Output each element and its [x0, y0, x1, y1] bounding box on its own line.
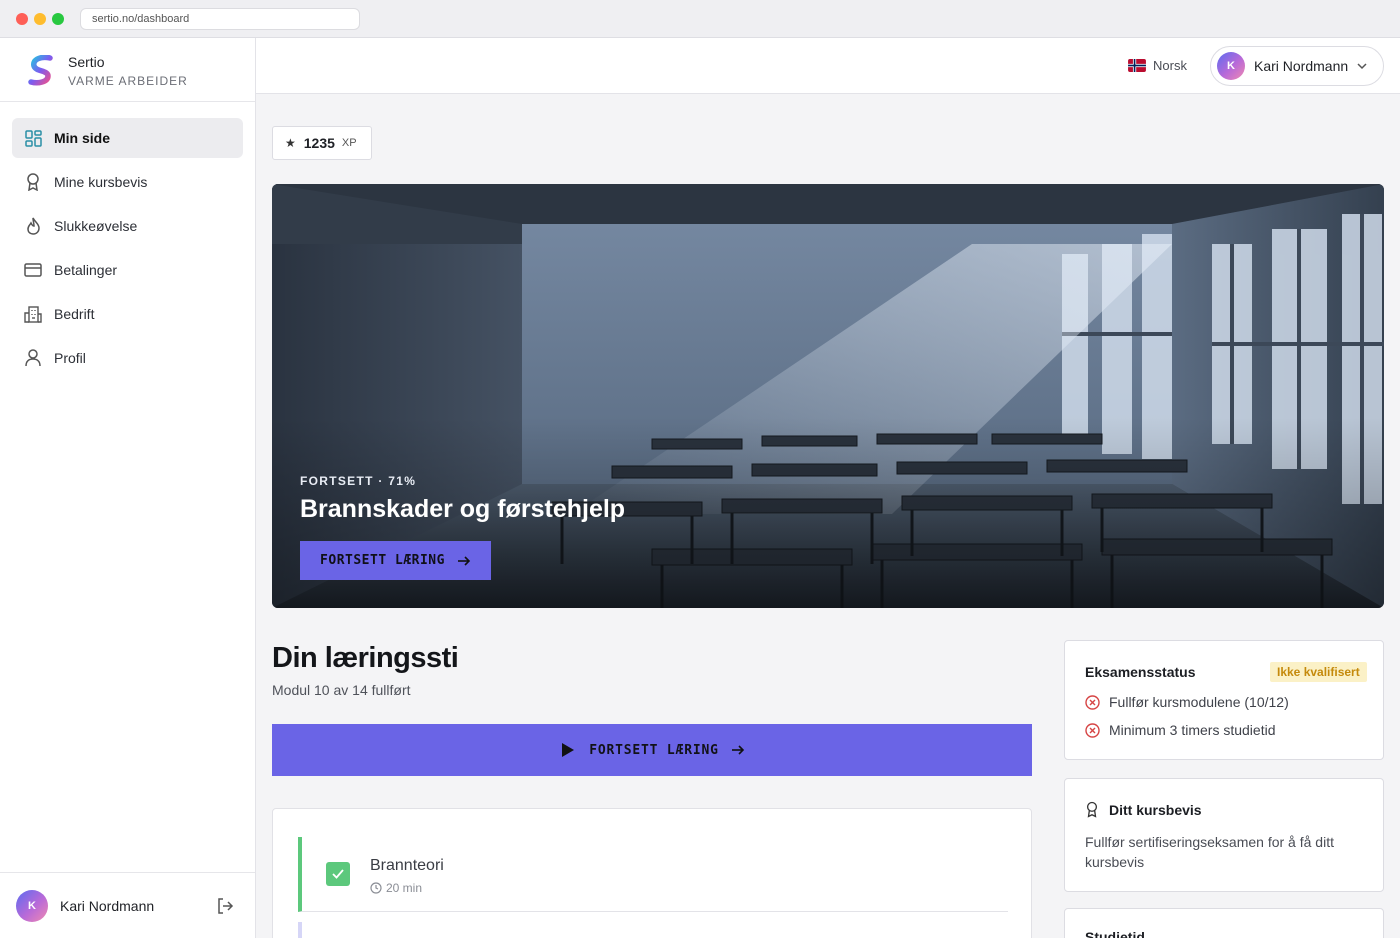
hero-progress-kicker: FORTSETT · 71%: [300, 474, 417, 488]
building-icon: [24, 305, 42, 323]
xp-value: 1235: [303, 135, 335, 151]
browser-chrome: sertio.no/dashboard: [0, 0, 1400, 38]
sidebar-item-label: Betalinger: [54, 262, 118, 278]
sidebar-item-slukkeovelse[interactable]: Slukkeøvelse: [12, 206, 243, 246]
certificate-card: Ditt kursbevis Fullfør sertifiseringseks…: [1064, 778, 1384, 892]
sidebar-item-bedrift[interactable]: Bedrift: [12, 294, 243, 334]
hero-continue-label: FORTSETT LÆRING: [320, 553, 445, 568]
credit-card-icon: [24, 261, 42, 279]
sidebar-item-profil[interactable]: Profil: [12, 338, 243, 378]
sidebar: Sertio VARME ARBEIDER Min side Mine kurs…: [0, 38, 256, 938]
brand-name: Sertio: [68, 54, 105, 70]
avatar[interactable]: K: [16, 890, 48, 922]
exam-requirement-text: Minimum 3 timers studietid: [1109, 722, 1276, 738]
user-menu-button[interactable]: K Kari Nordmann: [1210, 46, 1384, 86]
arrow-right-icon: [731, 745, 744, 755]
xp-unit: XP: [341, 137, 357, 149]
continue-learning-label: FORTSETT LÆRING: [589, 742, 719, 758]
address-bar[interactable]: sertio.no/dashboard: [80, 8, 360, 30]
brand: Sertio VARME ARBEIDER: [0, 38, 255, 102]
dashboard-grid-icon: [24, 129, 42, 147]
minimize-window-button[interactable]: [34, 13, 46, 25]
sidebar-item-min-side[interactable]: Min side: [12, 118, 243, 158]
certificate-description: Fullfør sertifiseringseksamen for å få d…: [1085, 834, 1334, 870]
brand-subtitle: VARME ARBEIDER: [68, 74, 188, 88]
sertio-logo-icon[interactable]: [28, 55, 54, 87]
sidebar-user: K Kari Nordmann: [0, 872, 255, 938]
hero-continue-button[interactable]: FORTSETT LÆRING: [300, 541, 491, 580]
language-selector[interactable]: Norsk: [1128, 58, 1187, 73]
sidebar-item-label: Profil: [54, 350, 86, 366]
exam-requirement: Minimum 3 timers studietid: [1085, 722, 1276, 738]
exam-status-card: Eksamensstatus Ikke kvalifisert Fullfør …: [1064, 640, 1384, 760]
learning-path-title: Din læringssti: [272, 642, 459, 674]
top-bar: Norsk K Kari Nordmann: [256, 38, 1400, 94]
study-time-card: Studietid: [1064, 908, 1384, 938]
next-module-indicator: [298, 922, 302, 938]
x-circle-icon: [1085, 694, 1100, 710]
certificate-header: Ditt kursbevis: [1085, 801, 1202, 818]
sidebar-item-label: Mine kursbevis: [54, 174, 148, 190]
exam-status-title: Eksamensstatus: [1085, 664, 1196, 680]
sidebar-item-label: Min side: [54, 130, 111, 146]
award-ribbon-icon: [1086, 801, 1098, 818]
learning-path-progress: Modul 10 av 14 fullført: [272, 682, 411, 698]
completed-check-icon: [326, 862, 350, 886]
arrow-right-icon: [457, 555, 471, 566]
maximize-window-button[interactable]: [52, 13, 64, 25]
xp-badge: ★ 1235 XP: [272, 126, 372, 160]
sidebar-item-label: Bedrift: [54, 306, 95, 322]
sidebar-nav: Min side Mine kursbevis Slukkeøvelse Bet…: [12, 118, 243, 382]
language-label: Norsk: [1153, 58, 1187, 73]
clock-icon: [370, 882, 382, 894]
play-icon: [562, 743, 575, 757]
exam-requirement-text: Fullfør kursmodulene (10/12): [1109, 694, 1289, 710]
sidebar-item-betalinger[interactable]: Betalinger: [12, 250, 243, 290]
module-title: Brannteori: [370, 857, 444, 874]
star-icon: ★: [285, 136, 296, 150]
exam-requirement: Fullfør kursmodulene (10/12): [1085, 694, 1289, 710]
chevron-down-icon: [1357, 63, 1367, 70]
award-ribbon-icon: [24, 173, 42, 191]
sidebar-item-mine-kursbevis[interactable]: Mine kursbevis: [12, 162, 243, 202]
module-duration: 20 min: [370, 881, 422, 895]
hero-course-title: Brannskader og førstehjelp: [300, 495, 626, 523]
module-list: Brannteori 20 min: [272, 808, 1032, 938]
continue-course-hero[interactable]: FORTSETT · 71% Brannskader og førstehjel…: [272, 184, 1384, 608]
study-time-title: Studietid: [1085, 929, 1145, 938]
user-icon: [24, 349, 42, 367]
close-window-button[interactable]: [16, 13, 28, 25]
module-duration-label: 20 min: [386, 881, 423, 895]
x-circle-icon: [1085, 722, 1100, 738]
status-badge: Ikke kvalifisert: [1270, 662, 1367, 682]
certificate-title: Ditt kursbevis: [1109, 801, 1202, 818]
sidebar-item-label: Slukkeøvelse: [54, 218, 138, 234]
norway-flag-icon: [1128, 59, 1146, 72]
module-item[interactable]: Brannteori 20 min: [298, 837, 1008, 912]
sidebar-user-name: Kari Nordmann: [60, 898, 155, 914]
logout-icon[interactable]: [216, 897, 234, 915]
continue-learning-button[interactable]: FORTSETT LÆRING: [272, 724, 1032, 776]
avatar: K: [1217, 52, 1245, 80]
flame-icon: [24, 217, 42, 235]
user-menu-name: Kari Nordmann: [1254, 58, 1349, 74]
